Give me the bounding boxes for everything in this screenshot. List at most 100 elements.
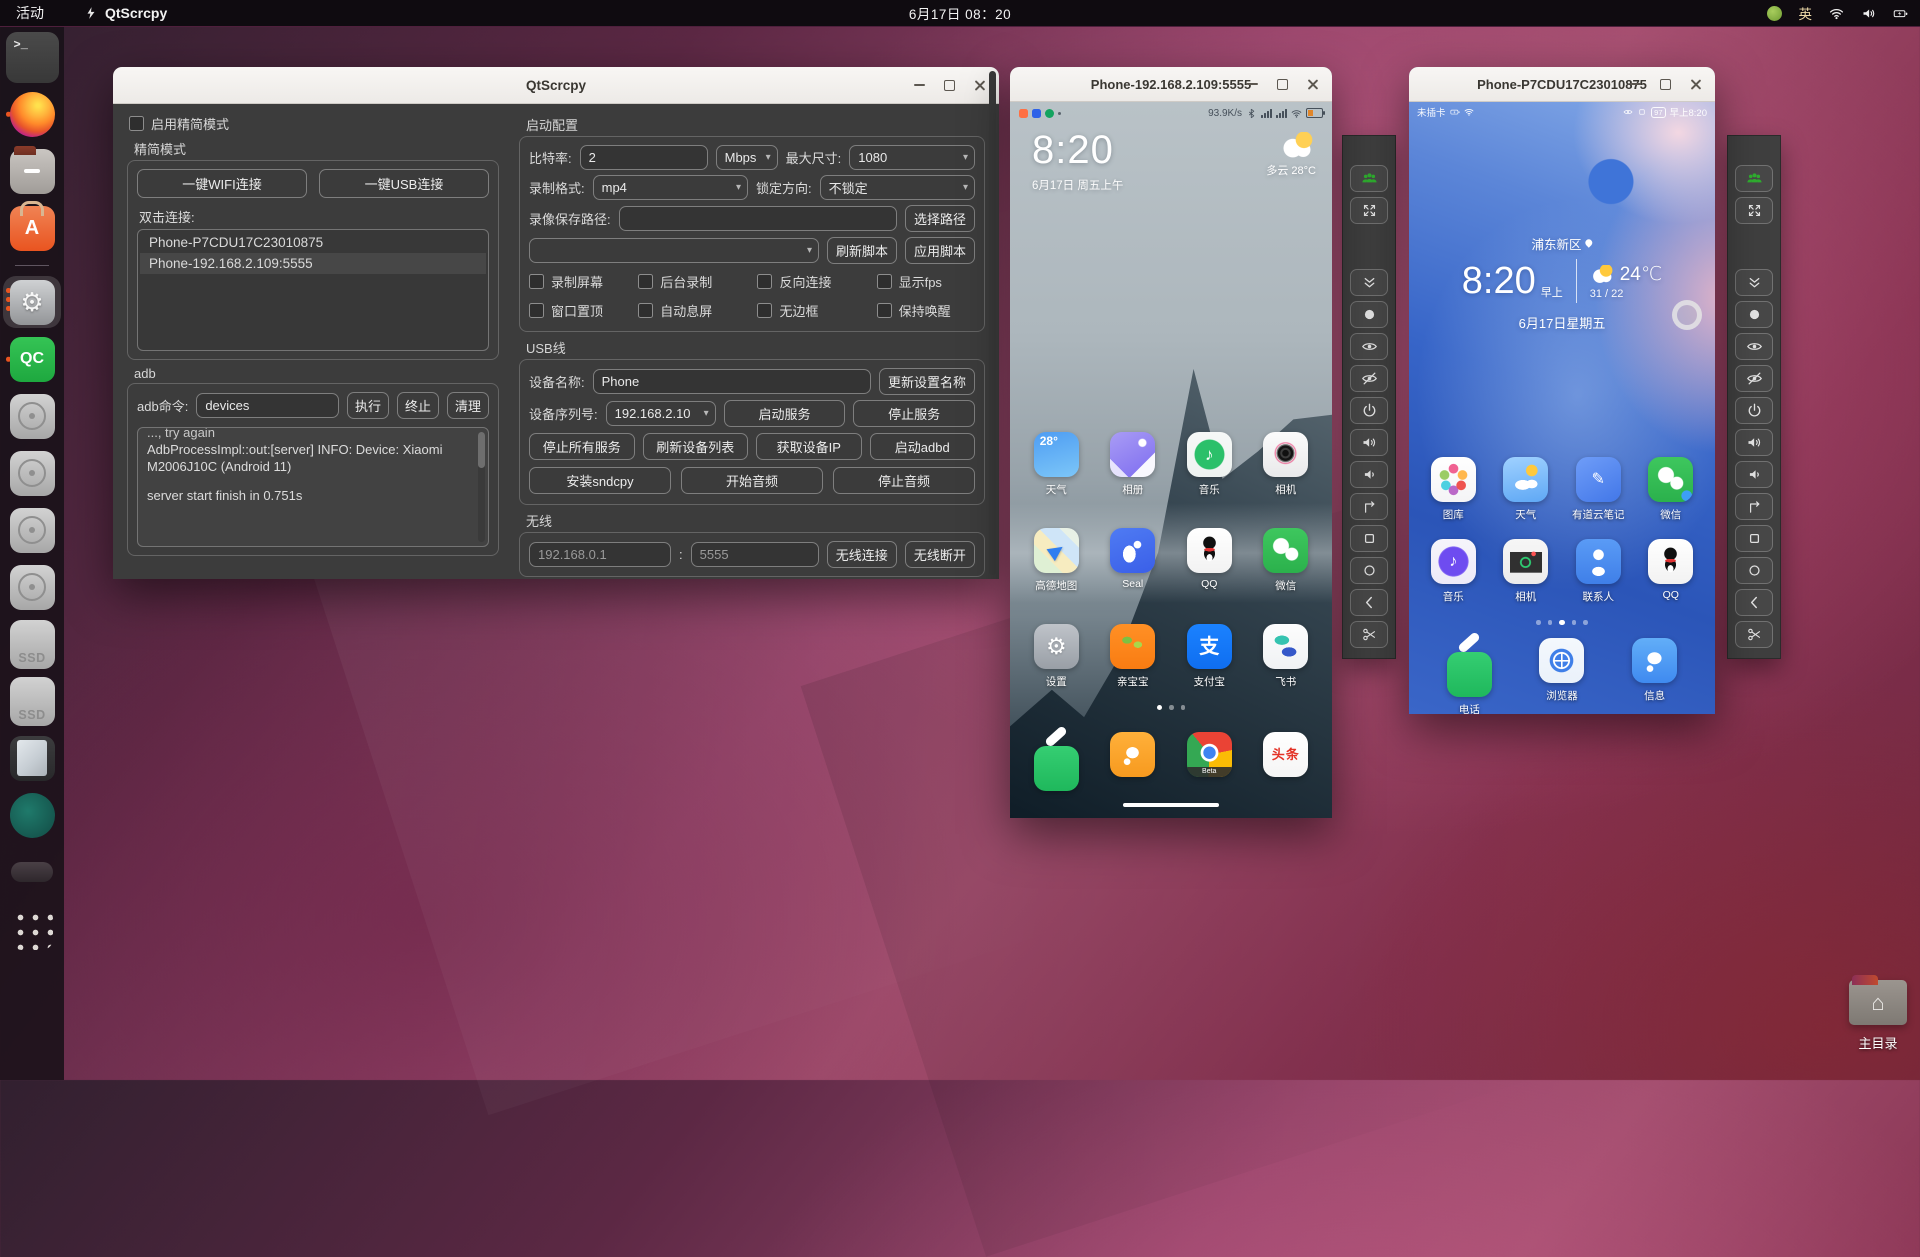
volume-up-button[interactable] [1735,429,1773,456]
app-gallery[interactable]: 相册 [1099,432,1167,497]
dock-app-phone[interactable] [1022,732,1090,791]
dock-tablet[interactable] [3,732,61,784]
dock-terminal[interactable]: >_ [3,31,61,83]
minimize-icon[interactable] [914,84,925,86]
app-seal[interactable]: Seal [1099,528,1167,593]
home-folder-desktop-icon[interactable]: ⌂ 主目录 [1836,980,1920,1052]
screen-off-button[interactable] [1350,365,1388,392]
app-icon[interactable]: 支 [1187,624,1232,669]
wireless-disconnect-button[interactable]: 无线断开 [905,541,975,568]
notification-panel-button[interactable] [1735,269,1773,296]
app-camera2[interactable]: 相机 [1492,539,1560,604]
checkbox-box[interactable] [757,274,772,289]
wireless-ip-input[interactable]: 192.168.0.1 [529,542,671,567]
app-qq[interactable]: QQ [1175,528,1243,593]
apply-script-button[interactable]: 应用脚本 [905,237,975,264]
phone2-screen[interactable]: 未插卡 97 早上8:20 浦东新区 8:20 早上 [1409,102,1715,714]
app-icon[interactable] [1110,432,1155,477]
screen-clip-button[interactable] [1735,621,1773,648]
app-contacts[interactable]: 联系人 [1564,539,1632,604]
rotate-screen-button[interactable] [1350,493,1388,520]
app-icon[interactable]: ✎ [1576,457,1621,502]
app-icon[interactable] [1263,624,1308,669]
fullscreen-button[interactable] [1735,197,1773,224]
phone1-screen[interactable]: 93.9K/s 8:20 6月17日 周五上午 多云 28°C 28° 天气 相 [1010,102,1332,818]
close-icon[interactable] [1690,78,1702,90]
app-feishu[interactable]: 飞书 [1252,624,1320,689]
keyboard-layout-indicator[interactable]: 英 [1799,3,1813,23]
wireless-connect-button[interactable]: 无线连接 [827,541,897,568]
log-scrollbar[interactable] [478,432,485,542]
adb-clear-button[interactable]: 清理 [447,392,489,419]
stop-service-button[interactable]: 停止服务 [853,400,975,427]
qtscrcpy-titlebar[interactable]: QtScrcpy [113,67,999,104]
device-list[interactable]: Phone-P7CDU17C23010875Phone-192.168.2.10… [137,229,489,351]
close-icon[interactable] [974,79,986,91]
app-icon[interactable]: ▶ [1034,528,1079,573]
max-size-select[interactable]: 1080 [849,145,975,170]
refresh-script-button[interactable]: 刷新脚本 [827,237,897,264]
app-icon[interactable] [1187,528,1232,573]
update-device-name-button[interactable]: 更新设置名称 [879,368,975,395]
adb-terminate-button[interactable]: 终止 [397,392,439,419]
device-item-wifi[interactable]: Phone-192.168.2.109:5555 [140,253,486,274]
app-switch-button[interactable] [1350,525,1388,552]
adb-run-button[interactable]: 执行 [347,392,389,419]
checkbox-auto-screen-off[interactable]: 自动息屏 [638,301,751,320]
assistive-ball[interactable] [1672,300,1702,330]
dock-disk-1[interactable] [3,390,61,442]
dock-separator[interactable] [3,259,61,271]
app-icon[interactable] [1110,732,1155,777]
dock-show-applications[interactable] [3,903,61,955]
refresh-device-list-button[interactable]: 刷新设备列表 [643,433,749,460]
dock-ssd-2[interactable]: SSD [3,675,61,727]
dock-ubuntu-software[interactable]: A [3,202,61,254]
checkbox-record-screen[interactable]: 录制屏幕 [529,272,632,291]
app-icon[interactable] [1110,624,1155,669]
minimize-icon[interactable] [1247,83,1258,85]
app-weather2[interactable]: 天气 [1492,457,1560,522]
app-gallery2[interactable]: 图库 [1419,457,1487,522]
app-icon[interactable] [1034,746,1079,791]
app-switch-button[interactable] [1735,525,1773,552]
dock-disk-2[interactable] [3,447,61,499]
close-icon[interactable] [1307,78,1319,90]
stop-audio-button[interactable]: 停止音频 [833,467,975,494]
enable-simple-mode-checkbox[interactable]: 启用精简模式 [129,114,499,133]
dock2-phone[interactable]: 电话 [1435,638,1503,714]
checkbox-show-fps[interactable]: 显示fps [877,272,975,291]
app-icon[interactable] [1431,457,1476,502]
app-icon[interactable]: 头条 [1263,732,1308,777]
checkbox-frameless[interactable]: 无边框 [757,301,870,320]
device-group-button[interactable] [1735,165,1773,192]
checkbox-keep-awake[interactable]: 保持唤醒 [877,301,975,320]
dock-app-toutiao[interactable]: 头条 [1252,732,1320,791]
app-icon[interactable]: ♪ [1431,539,1476,584]
app-icon[interactable] [1632,638,1677,683]
checkbox-box[interactable] [638,274,653,289]
checkbox-reverse-connect[interactable]: 反向连接 [757,272,870,291]
app-music2[interactable]: ♪ 音乐 [1419,539,1487,604]
checkbox-background-record[interactable]: 后台录制 [638,272,751,291]
screen-clip-button[interactable] [1350,621,1388,648]
dock-disk-4[interactable] [3,561,61,613]
dock-app-chrome-beta[interactable]: Beta [1175,732,1243,791]
app-youdao-note[interactable]: ✎ 有道云笔记 [1564,457,1632,522]
app-icon[interactable] [1263,528,1308,573]
dock-drive[interactable] [3,846,61,898]
clock-menu[interactable]: 6月17日 08：20 [0,3,1920,23]
dock-settings[interactable]: ⚙ [3,276,61,328]
checkbox-always-on-top[interactable]: 窗口置顶 [529,301,632,320]
lock-orientation-select[interactable]: 不锁定 [820,175,975,200]
checkbox-box[interactable] [757,303,772,318]
home-button[interactable] [1350,557,1388,584]
system-status-area[interactable]: 英 [1767,3,1909,23]
back-button[interactable] [1735,589,1773,616]
one-key-wifi-connect-button[interactable]: 一键WIFI连接 [137,169,307,198]
app-icon[interactable] [1503,539,1548,584]
device-item-usb[interactable]: Phone-P7CDU17C23010875 [140,232,486,253]
app-camera[interactable]: 相机 [1252,432,1320,497]
adb-log-output[interactable]: ..., try againAdbProcessImpl::out:[serve… [137,427,489,547]
screen-on-button[interactable] [1350,333,1388,360]
app-settings[interactable]: ⚙ 设置 [1022,624,1090,689]
